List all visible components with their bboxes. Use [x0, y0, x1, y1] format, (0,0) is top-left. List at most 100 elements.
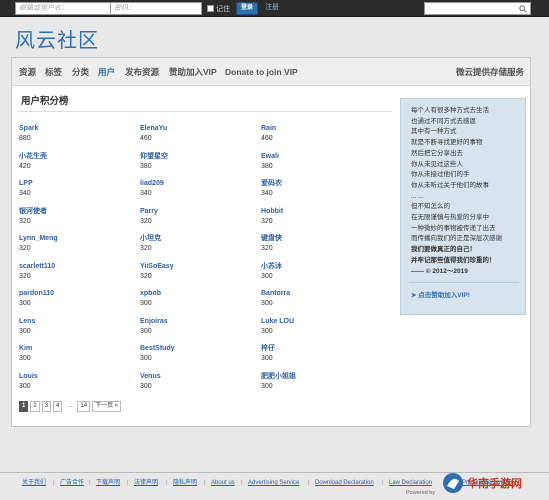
user-name-link[interactable]: Hobbit	[261, 207, 371, 217]
user-name-link[interactable]: Luke LOU	[261, 317, 371, 327]
user-name-link[interactable]: Spark	[19, 124, 129, 134]
footer-separator: |	[53, 480, 55, 486]
footer-link[interactable]: Advertising Service	[248, 478, 299, 488]
top-bar: 记住 登录 注册	[0, 0, 549, 17]
footer-link[interactable]: 法律声明	[134, 478, 158, 488]
user-name-link[interactable]: Venus	[140, 372, 250, 382]
nav-item-users[interactable]: 用户	[98, 67, 115, 78]
login-button[interactable]: 登录	[236, 2, 258, 15]
footer-link[interactable]: 隐私声明	[173, 478, 197, 488]
user-name-link[interactable]: ElenaYu	[140, 124, 250, 134]
user-score: 320	[19, 272, 31, 280]
user-entry: Ewali 380	[261, 152, 371, 172]
user-score: 340	[140, 190, 152, 197]
user-entry: Luke LOU 300	[261, 317, 371, 337]
page-button[interactable]: 2	[30, 400, 40, 412]
user-score: 300	[140, 327, 152, 335]
user-name-link[interactable]: Enjoiras	[140, 317, 250, 327]
user-entry: 爱码农 340	[261, 179, 371, 199]
user-score: 300	[140, 382, 152, 390]
user-name-link[interactable]: pardon110	[19, 289, 129, 299]
user-name-link[interactable]: Lens	[19, 317, 129, 327]
user-name-link[interactable]: Rain	[261, 124, 371, 134]
quote-line: 就是不断寻找更好的事物	[411, 139, 483, 147]
user-name-link[interactable]: Parry	[140, 207, 250, 217]
quote-line: —— © 2012～2019	[411, 267, 468, 275]
user-name-link[interactable]: xpbob	[140, 289, 250, 299]
user-entry: liad209 340	[140, 179, 250, 199]
watermark-text: 华南手游网	[467, 477, 522, 490]
nav-storage-note[interactable]: 微云提供存储服务	[456, 67, 524, 78]
nav-item-donate[interactable]: Donate to join VIP	[225, 67, 298, 78]
user-score: 300	[261, 300, 273, 307]
nav-item-publish[interactable]: 发布资源	[125, 67, 159, 78]
user-score: 300	[140, 355, 152, 362]
footer-link[interactable]: 下载声明	[96, 478, 120, 488]
user-name-link[interactable]: Lynn_Meng	[19, 234, 129, 244]
quote-line: 你从未接过他们的手	[411, 171, 470, 179]
search-input[interactable]	[424, 2, 531, 15]
user-entry: Venus 300	[140, 372, 250, 392]
checkbox-icon[interactable]	[207, 5, 214, 12]
nav-item-tags[interactable]: 标签	[45, 67, 62, 78]
footer-link[interactable]: Law Declaration	[389, 478, 432, 488]
user-name-link[interactable]: Bantorra	[261, 289, 371, 299]
user-name-link[interactable]: Ewali	[261, 152, 371, 162]
user-score: 320	[19, 217, 31, 225]
pagination-ellipsis: ...	[67, 403, 73, 409]
remember-checkbox[interactable]: 记住	[207, 3, 230, 14]
user-score: 300	[19, 355, 31, 362]
page-button[interactable]: 14	[77, 400, 91, 412]
user-entry: xpbob 300	[140, 289, 250, 309]
user-name-link[interactable]: liad209	[140, 179, 250, 189]
sponsor-vip-link[interactable]: ➤ 点击赞助加入VIP!	[411, 291, 470, 301]
quote-line: 在无限谨慎与热爱的分享中	[411, 214, 489, 222]
user-name-link[interactable]: 仰望星空	[140, 152, 250, 162]
user-name-link[interactable]: 键盘侠	[261, 234, 371, 244]
user-name-link[interactable]: scarlett110	[19, 262, 129, 272]
user-entry: 小坦克 320	[140, 234, 250, 254]
page-button[interactable]: 4	[53, 400, 63, 412]
user-name-link[interactable]: LPP	[19, 179, 129, 189]
next-page-button[interactable]: 下一页 »	[92, 400, 122, 412]
user-name-link[interactable]: 小花生壳	[19, 152, 129, 162]
user-score: 320	[261, 245, 273, 252]
quote-line: 并牢记那些值得我们珍重的！	[411, 256, 496, 264]
quote-line: 而传播向我们的正是深层次感谢	[411, 235, 502, 243]
nav-item-resources[interactable]: 资源	[19, 67, 36, 78]
user-name-link[interactable]: Louis	[19, 372, 129, 382]
user-entry: LPP 340	[19, 179, 129, 199]
password-field[interactable]	[110, 2, 202, 15]
footer-link[interactable]: 广告合作	[60, 478, 84, 488]
page-button[interactable]: 1	[19, 400, 29, 412]
register-link[interactable]: 注册	[265, 3, 279, 13]
user-name-link[interactable]: YiiSoEasy	[140, 262, 250, 272]
user-name-link[interactable]: 爱码农	[261, 179, 371, 189]
nav-item-categories[interactable]: 分类	[72, 67, 89, 78]
nav-item-vip[interactable]: 赞助加入VIP	[169, 67, 217, 78]
user-entry: Rain 460	[261, 124, 371, 144]
footer-link[interactable]: About us	[211, 478, 235, 488]
page-button[interactable]: 3	[41, 400, 52, 412]
footer-link[interactable]: Download Declaration	[315, 478, 374, 488]
user-name-link[interactable]: 银河使者	[19, 207, 129, 217]
footer-separator: |	[241, 480, 243, 486]
footer-link[interactable]: 关于我们	[22, 478, 46, 488]
quote-line: 你从未听过关于他们的故事	[411, 181, 489, 189]
search-icon[interactable]	[519, 5, 527, 13]
user-name-link[interactable]: 肥肥小姐姐	[261, 372, 371, 382]
user-name-link[interactable]: 小坦克	[140, 234, 250, 244]
quote-line: ... ...	[411, 192, 424, 200]
user-name-link[interactable]: Kim	[19, 344, 129, 354]
user-entry: Kim 300	[19, 344, 129, 364]
user-name-link[interactable]: BestStudy	[140, 344, 250, 354]
user-name-link[interactable]: 梓仔	[261, 344, 371, 354]
footer-separator: |	[127, 480, 129, 486]
user-name-link[interactable]: 小苏沐	[261, 262, 371, 272]
site-logo[interactable]: 风云社区	[15, 28, 99, 52]
user-score: 320	[261, 217, 273, 225]
powered-by: Powered by	[406, 490, 436, 496]
user-score: 380	[140, 162, 152, 170]
quote-line: 但不知怎么的	[411, 203, 450, 211]
user-score: 340	[19, 190, 31, 197]
